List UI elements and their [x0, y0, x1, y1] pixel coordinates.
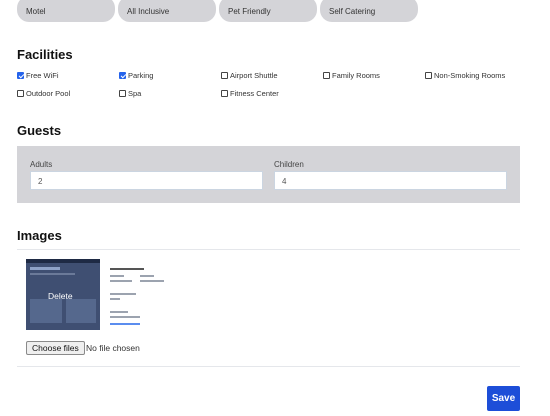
type-option-motel[interactable]: Motel — [17, 0, 115, 22]
adults-input[interactable]: 2 — [30, 171, 263, 190]
file-status-text: No file chosen — [86, 343, 140, 353]
choose-files-button[interactable]: Choose files — [26, 341, 85, 355]
images-title: Images — [17, 228, 62, 243]
facility-label: Spa — [128, 88, 142, 98]
delete-image-overlay[interactable]: Delete — [48, 291, 73, 301]
facility-label: Family Rooms — [332, 70, 380, 80]
facility-label: Non-Smoking Rooms — [434, 70, 506, 80]
facility-label: Outdoor Pool — [26, 88, 71, 98]
facility-airport-shuttle[interactable]: Airport Shuttle — [221, 70, 278, 80]
thumbnail-preview-right — [106, 265, 178, 327]
adults-label: Adults — [30, 160, 53, 169]
parking-checkbox[interactable] — [119, 71, 126, 79]
facility-label: Free WiFi — [26, 70, 59, 80]
facility-family-rooms[interactable]: Family Rooms — [323, 70, 380, 80]
family-rooms-checkbox[interactable] — [323, 71, 330, 79]
facility-free-wifi[interactable]: Free WiFi — [17, 70, 59, 80]
children-label: Children — [274, 160, 304, 169]
airport-shuttle-checkbox[interactable] — [221, 71, 228, 79]
facility-spa[interactable]: Spa — [119, 88, 141, 98]
type-option-self-catering[interactable]: Self Catering — [320, 0, 418, 22]
free-wifi-checkbox[interactable] — [17, 71, 24, 79]
outdoor-pool-checkbox[interactable] — [17, 89, 24, 97]
type-option-all-inclusive[interactable]: All Inclusive — [118, 0, 216, 22]
facility-parking[interactable]: Parking — [119, 70, 153, 80]
spa-checkbox[interactable] — [119, 89, 126, 97]
facility-non-smoking-rooms[interactable]: Non-Smoking Rooms — [425, 70, 505, 80]
fitness-center-checkbox[interactable] — [221, 89, 228, 97]
section-divider — [17, 366, 520, 367]
uploaded-image-thumbnail[interactable]: Delete — [26, 259, 181, 330]
section-divider — [17, 249, 520, 250]
type-option-pet-friendly[interactable]: Pet Friendly — [219, 0, 317, 22]
save-button[interactable]: Save — [487, 386, 520, 411]
non-smoking-rooms-checkbox[interactable] — [425, 71, 432, 79]
guests-panel: Adults 2 Children 4 — [17, 146, 520, 203]
guests-title: Guests — [17, 123, 62, 138]
facility-label: Fitness Center — [230, 88, 279, 98]
facility-fitness-center[interactable]: Fitness Center — [221, 88, 279, 98]
facility-outdoor-pool[interactable]: Outdoor Pool — [17, 88, 70, 98]
facility-label: Parking — [128, 70, 154, 80]
children-input[interactable]: 4 — [274, 171, 507, 190]
facility-label: Airport Shuttle — [230, 70, 278, 80]
facilities-title: Facilities — [17, 47, 73, 62]
